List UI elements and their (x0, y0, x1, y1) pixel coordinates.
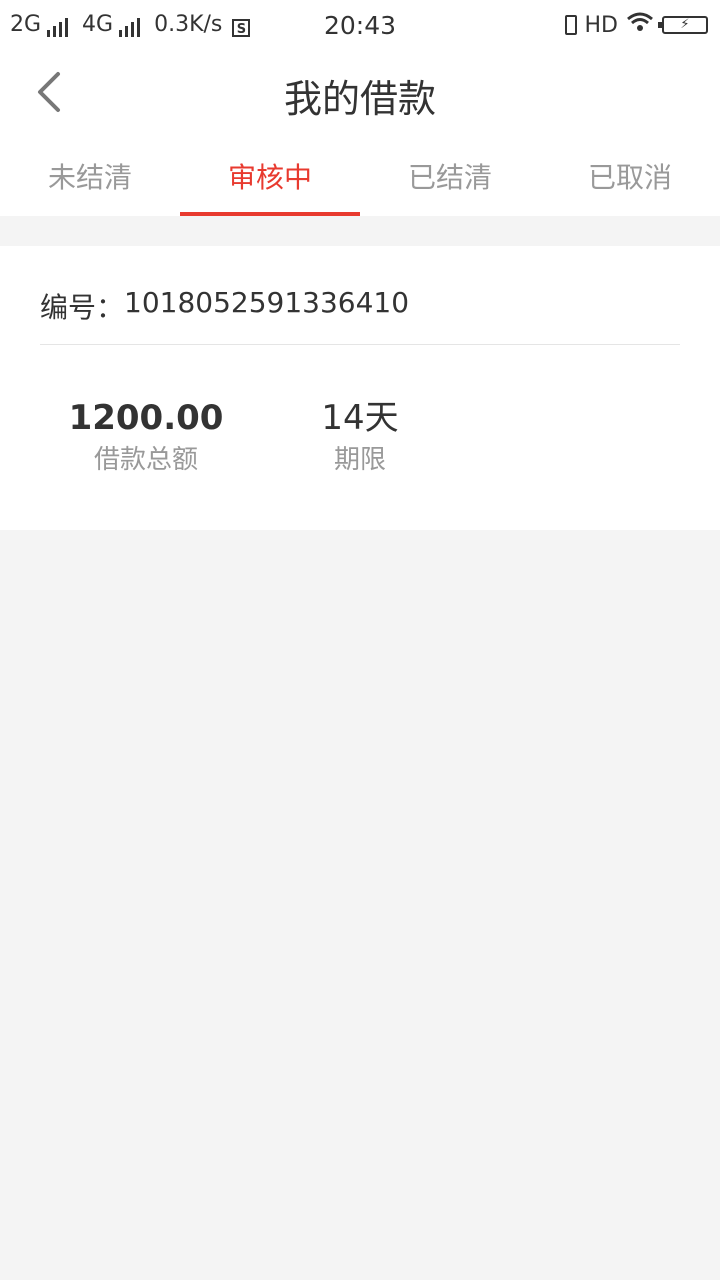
status-right: HD ⚡ (564, 11, 708, 39)
tab-settled[interactable]: 已结清 (360, 136, 540, 216)
loan-amount-value: 1200.00 (68, 398, 224, 438)
loan-number-row: 编号： 1018052591336410 (40, 286, 409, 326)
divider (40, 344, 680, 345)
loan-term-label: 期限 (333, 445, 386, 475)
hd-label: HD (584, 12, 618, 38)
nav-bar: 我的借款 (0, 50, 720, 136)
tab-unsettled[interactable]: 未结清 (0, 136, 180, 216)
status-bar: 2G 4G 0.3K/s S 20:43 HD ⚡ (0, 0, 720, 50)
loan-amount-stat: 1200.00 借款总额 (60, 396, 232, 478)
loan-tabs: 未结清 审核中 已结清 已取消 (0, 136, 720, 216)
loan-term-value: 14天 (321, 398, 399, 438)
loan-amount-label: 借款总额 (93, 445, 198, 475)
loan-term-stat: 14天 期限 (290, 396, 430, 478)
tab-under-review[interactable]: 审核中 (180, 136, 360, 216)
wifi-icon (626, 11, 654, 39)
tab-cancelled[interactable]: 已取消 (540, 136, 720, 216)
vibrate-icon (564, 15, 577, 35)
loan-number-label: 编号： (40, 291, 125, 324)
loan-card[interactable]: 编号： 1018052591336410 1200.00 借款总额 14天 期限 (0, 246, 720, 530)
battery-icon: ⚡ (658, 16, 708, 34)
loan-number-value: 1018052591336410 (124, 286, 410, 319)
page-title: 我的借款 (283, 77, 436, 121)
